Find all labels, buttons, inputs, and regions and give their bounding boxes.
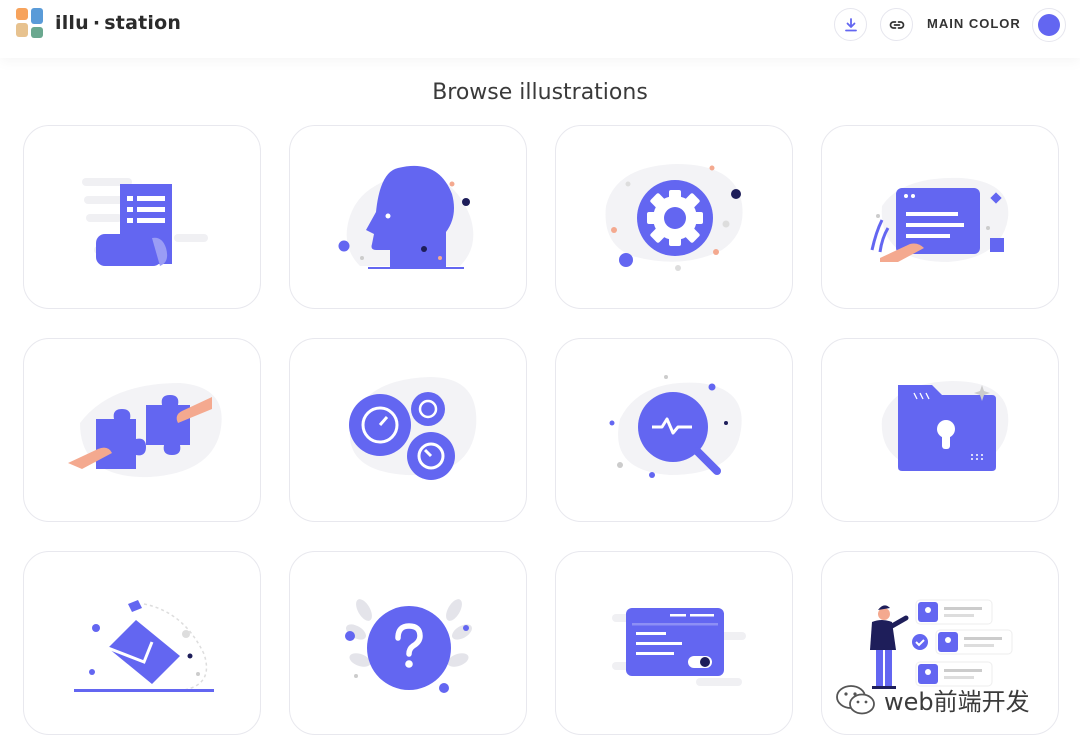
illustration-card-card[interactable] [555,551,793,735]
logo-text-left: illu [55,12,89,34]
copy-link-button[interactable] [880,8,913,41]
search-pulse-illustration [609,375,742,478]
document-scroll-illustration [82,178,208,266]
top-header: illu · station MAIN COLOR [0,0,1080,58]
illustration-card-folder[interactable] [821,338,1059,522]
illustration-card-analytics[interactable] [289,338,527,522]
logo-separator: · [92,12,101,34]
analytics-gauges-illustration [349,377,477,480]
logo-text-right: station [104,12,182,34]
illustration-card-mail[interactable] [23,551,261,735]
watermark: web前端开发 [834,682,1030,717]
main-color-swatch [1038,14,1060,36]
page-title: Browse illustrations [432,80,648,105]
illustration-card-document[interactable] [23,125,261,309]
head-profile-illustration [338,165,474,269]
illustration-card-settings[interactable] [555,125,793,309]
question-mark-illustration [345,599,472,693]
illustration-card-head[interactable] [289,125,527,309]
download-button[interactable] [834,8,867,41]
link-icon [889,20,904,29]
locked-folder-illustration [881,381,1009,471]
illustration-card-search[interactable] [555,338,793,522]
illustration-card-question[interactable] [289,551,527,735]
settings-gear-illustration [605,164,743,271]
watermark-text: web前端开发 [884,688,1030,716]
wechat-icon [836,684,875,714]
logo[interactable]: illu · station [16,8,181,38]
main-color-label: MAIN COLOR [927,16,1021,31]
logo-mark-icon [16,8,44,38]
browser-window-illustration [870,177,1009,262]
main-color-picker[interactable] [1032,8,1066,42]
envelope-mail-illustration [74,600,214,692]
puzzle-pieces-illustration [68,383,222,478]
illustration-card-puzzle[interactable] [23,338,261,522]
credit-card-illustration [612,608,746,686]
logo-text: illu · station [55,12,181,34]
download-icon [844,17,857,31]
illustration-card-browser[interactable] [821,125,1059,309]
